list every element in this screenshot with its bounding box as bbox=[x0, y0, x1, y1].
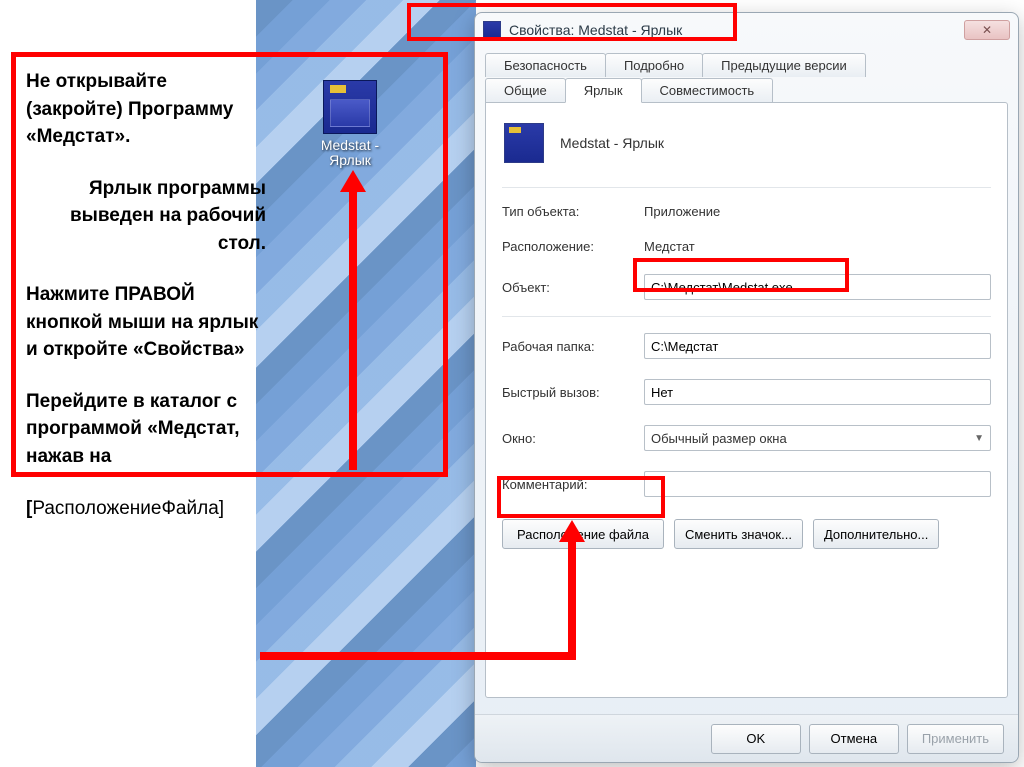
label-run: Окно: bbox=[502, 431, 632, 446]
tab-previous-versions[interactable]: Предыдущие версии bbox=[702, 53, 866, 77]
change-icon-button[interactable]: Сменить значок... bbox=[674, 519, 803, 549]
desktop-shortcut-medstat[interactable]: Medstat - Ярлык bbox=[308, 80, 392, 169]
input-comment[interactable] bbox=[644, 471, 991, 497]
properties-dialog: Свойства: Medstat - Ярлык ✕ Безопасность… bbox=[474, 12, 1019, 763]
label-comment: Комментарий: bbox=[502, 477, 632, 492]
cancel-button[interactable]: Отмена bbox=[809, 724, 899, 754]
instruction-p3: Нажмите ПРАВОЙ кнопкой мыши на ярлык и о… bbox=[26, 281, 266, 364]
dialog-footer: OK Отмена Применить bbox=[475, 714, 1018, 762]
label-startin: Рабочая папка: bbox=[502, 339, 632, 354]
dialog-title: Свойства: Medstat - Ярлык bbox=[509, 22, 964, 38]
apply-button[interactable]: Применить bbox=[907, 724, 1004, 754]
input-startin[interactable] bbox=[644, 333, 991, 359]
input-hotkey[interactable] bbox=[644, 379, 991, 405]
instruction-p1: Не открывайте (закройте) Программу «Медс… bbox=[26, 68, 266, 151]
label-hotkey: Быстрый вызов: bbox=[502, 385, 632, 400]
label-location: Расположение: bbox=[502, 239, 632, 254]
tab-body-shortcut: Medstat - Ярлык Тип объекта: Приложение … bbox=[485, 102, 1008, 698]
tabs-row-2: Общие Ярлык Совместимость bbox=[485, 76, 1008, 103]
instruction-p2: Ярлык программы выведен на рабочий стол. bbox=[26, 175, 266, 258]
tabs-row-1: Безопасность Подробно Предыдущие версии bbox=[485, 51, 1008, 77]
shortcut-name: Medstat - Ярлык bbox=[560, 135, 664, 151]
advanced-button[interactable]: Дополнительно... bbox=[813, 519, 939, 549]
label-target: Объект: bbox=[502, 280, 632, 295]
tab-shortcut[interactable]: Ярлык bbox=[565, 78, 642, 103]
tab-details[interactable]: Подробно bbox=[605, 53, 703, 77]
label-object-type: Тип объекта: bbox=[502, 204, 632, 219]
dialog-title-icon bbox=[483, 21, 501, 39]
chevron-down-icon: ▼ bbox=[974, 433, 984, 444]
instruction-panel: Не открывайте (закройте) Программу «Медс… bbox=[26, 68, 266, 546]
ok-button[interactable]: OK bbox=[711, 724, 801, 754]
value-location: Медстат bbox=[644, 239, 991, 254]
dropdown-run[interactable]: Обычный размер окна ▼ bbox=[644, 425, 991, 451]
value-object-type: Приложение bbox=[644, 204, 991, 219]
instruction-p4: Перейдите в каталог с программой «Медста… bbox=[26, 388, 266, 471]
shortcut-label: Medstat - Ярлык bbox=[308, 138, 392, 169]
tab-general[interactable]: Общие bbox=[485, 78, 566, 103]
close-button[interactable]: ✕ bbox=[964, 20, 1010, 40]
dialog-titlebar[interactable]: Свойства: Medstat - Ярлык ✕ bbox=[475, 13, 1018, 47]
instruction-p5: [РасположениеФайла] bbox=[26, 495, 266, 523]
dropdown-run-value: Обычный размер окна bbox=[651, 431, 787, 446]
shortcut-icon bbox=[323, 80, 377, 134]
shortcut-large-icon bbox=[504, 123, 544, 163]
tab-security[interactable]: Безопасность bbox=[485, 53, 606, 77]
tab-compatibility[interactable]: Совместимость bbox=[641, 78, 774, 103]
open-file-location-button[interactable]: Расположение файла bbox=[502, 519, 664, 549]
input-target[interactable] bbox=[644, 274, 991, 300]
